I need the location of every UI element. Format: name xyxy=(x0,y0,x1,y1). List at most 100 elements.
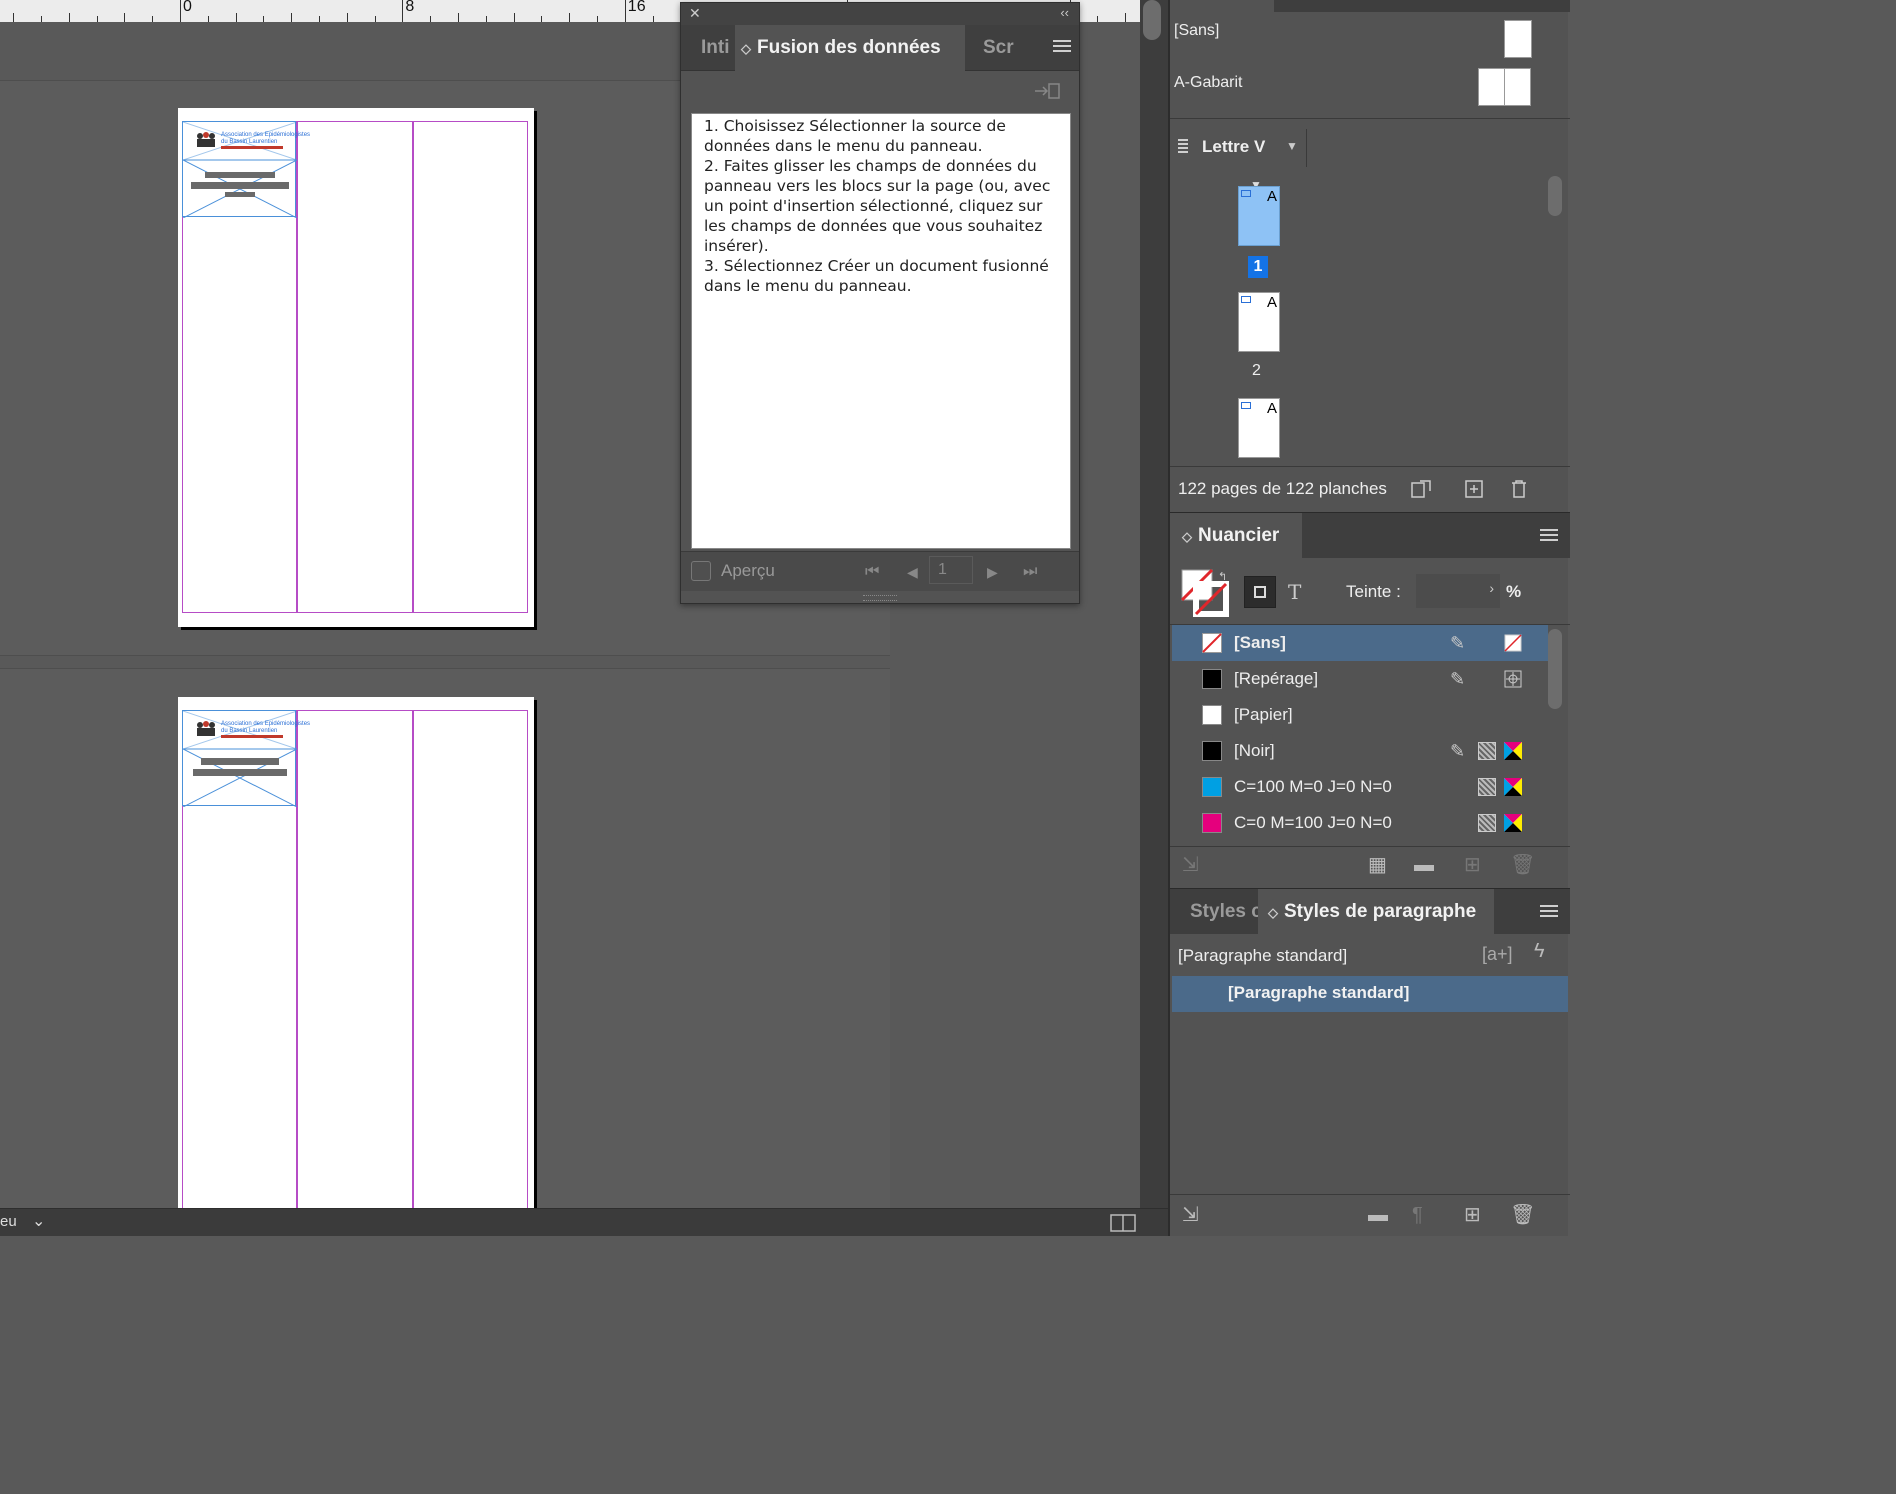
logo-text-line2: du Bassin Laurentien xyxy=(221,728,278,734)
scroll-thumb[interactable] xyxy=(1143,0,1161,40)
logo-underline xyxy=(221,146,283,149)
record-number-field[interactable]: 1 xyxy=(929,556,973,584)
image-frame[interactable]: Association des Epidémiologistes du Bass… xyxy=(182,710,310,807)
new-swatch-icon[interactable]: ⊞ xyxy=(1464,855,1481,875)
split-view-icon[interactable] xyxy=(1110,1214,1136,1232)
master-a-thumb-left[interactable] xyxy=(1478,68,1505,106)
chevron-down-icon[interactable]: ⌄ xyxy=(32,1211,45,1231)
document-page-2[interactable]: Association des Epidémiologistes du Bass… xyxy=(178,697,534,1217)
pages-panel-tabs-top xyxy=(1170,0,1570,12)
paragraph-style-row[interactable]: [Paragraphe standard] xyxy=(1172,976,1568,1012)
ruler-label: 8 xyxy=(405,0,415,15)
page-thumb-1[interactable]: A xyxy=(1238,186,1280,246)
none-color-icon xyxy=(1504,634,1522,652)
swatch-row-papier[interactable]: [Papier] xyxy=(1172,697,1548,733)
right-panel-dock: [Sans] A-Gabarit Lettre V ▼ ▼ A 1 A 2 A … xyxy=(1168,0,1570,1236)
master-dropdown-label[interactable]: Lettre V xyxy=(1202,137,1265,157)
process-color-icon xyxy=(1478,778,1496,796)
fill-stroke-icon[interactable]: ↰ xyxy=(1180,568,1230,618)
logo-text-line1: Association des Epidémiologistes xyxy=(221,721,311,727)
load-styles-icon[interactable]: ⇲ xyxy=(1182,1205,1199,1225)
panel-menu-icon[interactable] xyxy=(1053,40,1071,55)
trash-icon[interactable]: 🗑 xyxy=(1510,855,1535,875)
master-none-label[interactable]: [Sans] xyxy=(1174,22,1219,40)
vertical-scrollbar[interactable] xyxy=(1140,0,1168,1208)
placeholder-bar xyxy=(193,769,287,776)
pages-master-bar: Lettre V ▼ xyxy=(1170,118,1570,174)
page-thumb-2[interactable]: A xyxy=(1238,292,1280,352)
ruler-tick xyxy=(235,13,237,22)
page-master-letter: A xyxy=(1266,400,1277,417)
placeholder-bar xyxy=(225,192,255,197)
resize-grip[interactable] xyxy=(863,595,897,601)
pages-footer: 122 pages de 122 planches xyxy=(1170,466,1570,510)
ruler-tick xyxy=(402,0,404,22)
tab-nuancier[interactable]: ◇ Nuancier xyxy=(1170,513,1302,559)
swatch-import-icon[interactable]: ⇲ xyxy=(1182,855,1199,875)
panel-menu-icon[interactable] xyxy=(1540,905,1558,920)
tab-pages[interactable] xyxy=(1170,0,1274,12)
close-icon[interactable]: ✕ xyxy=(689,5,701,22)
quick-apply-icon[interactable]: ϟ xyxy=(1534,940,1545,963)
image-frame[interactable]: Association des Epidémiologistes du Bass… xyxy=(182,121,310,218)
tint-label: Teinte : xyxy=(1346,582,1401,601)
master-a-thumb-right[interactable] xyxy=(1504,68,1531,106)
container-format-icon[interactable] xyxy=(1244,576,1276,608)
page-size-icon[interactable] xyxy=(1410,479,1438,499)
data-merge-panel[interactable]: ✕ ‹‹ Inti ◇ Fusion des données Scr 1. Cho… xyxy=(680,2,1080,604)
tab-styles-caracteres[interactable]: Styles c xyxy=(1178,889,1258,935)
preview-checkbox[interactable] xyxy=(691,561,711,581)
swatch-row-noir[interactable]: [Noir] ✎ xyxy=(1172,733,1548,769)
swatch-name: C=0 M=100 J=0 N=0 xyxy=(1234,813,1392,832)
ruler-tick xyxy=(624,0,626,22)
next-record-icon[interactable]: ▶ xyxy=(987,562,998,582)
document-page-1[interactable]: Association des Epidémiologistes du Bass… xyxy=(178,108,534,627)
trash-icon[interactable] xyxy=(1510,479,1528,499)
logo-underline xyxy=(221,735,283,738)
status-dropdown-label[interactable]: eu xyxy=(0,1213,17,1230)
panel-menu-icon[interactable] xyxy=(1540,529,1558,544)
swatch-row-sans[interactable]: [Sans] ✎ xyxy=(1172,625,1548,661)
registration-icon xyxy=(1504,670,1522,688)
folder-icon[interactable]: ▬ xyxy=(1368,1205,1388,1225)
swatch-row-reperage[interactable]: [Repérage] ✎ xyxy=(1172,661,1548,697)
tab-scripts[interactable]: Scr xyxy=(971,25,1021,71)
update-content-icon[interactable] xyxy=(1033,81,1061,101)
panel-titlebar[interactable]: ✕ ‹‹ xyxy=(681,3,1079,25)
last-record-icon[interactable]: ⏭ xyxy=(1023,562,1037,582)
master-a-label[interactable]: A-Gabarit xyxy=(1174,74,1242,92)
page-number-2[interactable]: 2 xyxy=(1252,362,1261,380)
page-thumb-3[interactable]: A xyxy=(1238,398,1280,458)
tint-input[interactable]: › xyxy=(1416,574,1500,608)
swatch-row-magenta[interactable]: C=0 M=100 J=0 N=0 xyxy=(1172,805,1548,841)
ruler-tick xyxy=(346,13,348,22)
swatch-row-cyan[interactable]: C=100 M=0 J=0 N=0 xyxy=(1172,769,1548,805)
tab-interactivite[interactable]: Inti xyxy=(689,25,737,71)
percent-label: % xyxy=(1506,582,1522,601)
new-style-icon[interactable]: ⊞ xyxy=(1464,1205,1481,1225)
column-guide xyxy=(413,710,528,1211)
ruler-tick xyxy=(68,13,70,22)
chevron-right-icon[interactable]: › xyxy=(1489,580,1494,596)
tab-styles-paragraphe[interactable]: ◇ Styles de paragraphe xyxy=(1258,889,1494,935)
pages-scroll-thumb[interactable] xyxy=(1548,176,1562,216)
paragraph-styles-footer: ⇲ ▬ ¶ ⊞ 🗑 xyxy=(1170,1194,1570,1236)
swatch-name: [Noir] xyxy=(1234,741,1275,760)
clear-overrides-icon[interactable]: ¶ xyxy=(1412,1205,1423,1225)
new-style-from-selection-icon[interactable]: [a+] xyxy=(1482,944,1513,965)
collapse-icon[interactable]: ‹‹ xyxy=(1060,5,1069,20)
master-none-thumb[interactable] xyxy=(1504,20,1532,58)
previous-record-icon[interactable]: ◀ xyxy=(907,562,918,582)
chevron-down-icon[interactable]: ▼ xyxy=(1286,139,1298,153)
page-number-1[interactable]: 1 xyxy=(1248,256,1268,278)
color-group-icon[interactable]: ▦ xyxy=(1368,855,1387,875)
folder-icon[interactable]: ▬ xyxy=(1414,855,1434,875)
trash-icon[interactable]: 🗑 xyxy=(1510,1205,1535,1225)
tab-fusion-des-donnees[interactable]: ◇ Fusion des données xyxy=(735,25,965,71)
frame-icon xyxy=(1241,402,1251,409)
first-record-icon[interactable]: ⏮ xyxy=(865,562,879,582)
text-format-icon[interactable]: T xyxy=(1288,580,1301,604)
preview-label: Aperçu xyxy=(721,561,775,580)
swatch-scroll-thumb[interactable] xyxy=(1548,629,1562,709)
new-page-icon[interactable] xyxy=(1464,479,1484,499)
